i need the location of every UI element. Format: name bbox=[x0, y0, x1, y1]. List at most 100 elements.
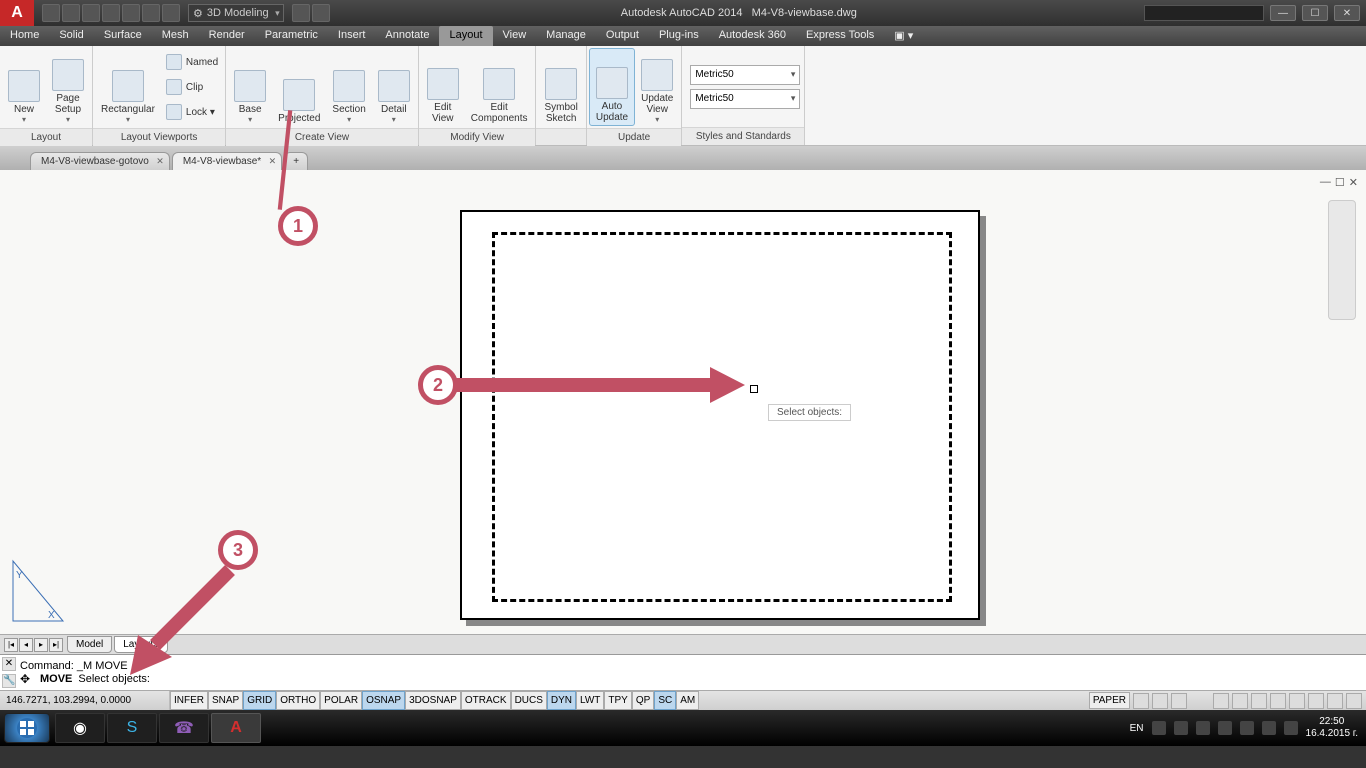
status-qp-button[interactable]: QP bbox=[632, 691, 654, 710]
taskbar-chrome-icon[interactable]: ◉ bbox=[55, 713, 105, 743]
status-sc-button[interactable]: SC bbox=[654, 691, 676, 710]
edit-view-button[interactable]: EditView bbox=[421, 48, 465, 126]
menu-insert[interactable]: Insert bbox=[328, 26, 376, 46]
qat-extra1-icon[interactable] bbox=[292, 4, 310, 22]
drawing-area[interactable]: — ☐ ✕ Select objects: Y X 1 2 3 bbox=[0, 170, 1366, 634]
ribbon-config-icon[interactable]: ▣ ▾ bbox=[884, 26, 923, 46]
qat-open-icon[interactable] bbox=[62, 4, 80, 22]
tab-close-icon[interactable]: ✕ bbox=[156, 156, 164, 167]
taskbar-autocad-icon[interactable]: A bbox=[211, 713, 261, 743]
status-dyn-button[interactable]: DYN bbox=[547, 691, 576, 710]
status-icon-2[interactable] bbox=[1152, 693, 1168, 709]
menu-mesh[interactable]: Mesh bbox=[152, 26, 199, 46]
menu-annotate[interactable]: Annotate bbox=[375, 26, 439, 46]
tab-nav-last-icon[interactable]: ▸| bbox=[49, 638, 63, 652]
new-tab-button[interactable]: + bbox=[284, 152, 308, 170]
doc-max-icon[interactable]: ☐ bbox=[1335, 176, 1345, 189]
viewcube[interactable] bbox=[1328, 200, 1356, 320]
status-tool-4[interactable] bbox=[1270, 693, 1286, 709]
new-button[interactable]: New▾ bbox=[2, 48, 46, 126]
doc-close-icon[interactable]: ✕ bbox=[1349, 176, 1358, 189]
menu-plug-ins[interactable]: Plug-ins bbox=[649, 26, 709, 46]
taskbar-skype-icon[interactable]: S bbox=[107, 713, 157, 743]
maximize-button[interactable]: ☐ bbox=[1302, 5, 1328, 21]
status-3dosnap-button[interactable]: 3DOSNAP bbox=[405, 691, 461, 710]
doc-tab[interactable]: M4-V8-viewbase-gotovo✕ bbox=[30, 152, 170, 170]
doc-min-icon[interactable]: — bbox=[1320, 176, 1331, 189]
tab-close-icon[interactable]: ✕ bbox=[269, 156, 277, 167]
status-tool-1[interactable] bbox=[1213, 693, 1229, 709]
menu-parametric[interactable]: Parametric bbox=[255, 26, 328, 46]
update-view-button[interactable]: UpdateView▾ bbox=[635, 48, 679, 126]
tray-volume-icon[interactable] bbox=[1262, 721, 1276, 735]
tray-icon-2[interactable] bbox=[1174, 721, 1188, 735]
status-am-button[interactable]: AM bbox=[676, 691, 699, 710]
menu-autodesk-360[interactable]: Autodesk 360 bbox=[709, 26, 796, 46]
menu-output[interactable]: Output bbox=[596, 26, 649, 46]
qat-redo-icon[interactable] bbox=[162, 4, 180, 22]
coordinates[interactable]: 146.7271, 103.2994, 0.0000 bbox=[0, 691, 170, 710]
menu-view[interactable]: View bbox=[493, 26, 537, 46]
workspace-select[interactable]: ⚙3D Modeling bbox=[188, 4, 284, 22]
qat-save-icon[interactable] bbox=[82, 4, 100, 22]
cmd-config-icon[interactable]: 🔧 bbox=[2, 674, 16, 688]
tray-clock[interactable]: 22:50 16.4.2015 г. bbox=[1306, 716, 1358, 740]
menu-layout[interactable]: Layout bbox=[439, 26, 492, 46]
status-tool-7[interactable] bbox=[1327, 693, 1343, 709]
status-tool-3[interactable] bbox=[1251, 693, 1267, 709]
lock-button[interactable]: Lock ▾ bbox=[163, 100, 221, 124]
status-snap-button[interactable]: SNAP bbox=[208, 691, 243, 710]
status-tool-8[interactable] bbox=[1346, 693, 1362, 709]
menu-express-tools[interactable]: Express Tools bbox=[796, 26, 884, 46]
status-otrack-button[interactable]: OTRACK bbox=[461, 691, 511, 710]
tray-flag-icon[interactable] bbox=[1284, 721, 1298, 735]
tray-icon-1[interactable] bbox=[1152, 721, 1166, 735]
tray-icon-3[interactable] bbox=[1196, 721, 1210, 735]
status-tpy-button[interactable]: TPY bbox=[604, 691, 631, 710]
base-button[interactable]: Base▾ bbox=[228, 48, 272, 126]
status-tool-5[interactable] bbox=[1289, 693, 1305, 709]
status-tool-2[interactable] bbox=[1232, 693, 1248, 709]
qat-undo-icon[interactable] bbox=[142, 4, 160, 22]
status-ortho-button[interactable]: ORTHO bbox=[276, 691, 320, 710]
qat-extra2-icon[interactable] bbox=[312, 4, 330, 22]
minimize-button[interactable]: — bbox=[1270, 5, 1296, 21]
tray-icon-4[interactable] bbox=[1218, 721, 1232, 735]
auto-update-button[interactable]: AutoUpdate bbox=[589, 48, 635, 126]
cmd-close-icon[interactable]: ✕ bbox=[2, 657, 16, 671]
app-logo[interactable]: A bbox=[0, 0, 34, 26]
status-grid-button[interactable]: GRID bbox=[243, 691, 276, 710]
status-polar-button[interactable]: POLAR bbox=[320, 691, 362, 710]
close-button[interactable]: ✕ bbox=[1334, 5, 1360, 21]
tab-nav-next-icon[interactable]: ▸ bbox=[34, 638, 48, 652]
projected-button[interactable]: Projected bbox=[272, 48, 326, 126]
menu-render[interactable]: Render bbox=[199, 26, 255, 46]
language-indicator[interactable]: EN bbox=[1130, 723, 1144, 734]
status-tool-6[interactable] bbox=[1308, 693, 1324, 709]
clip-button[interactable]: Clip bbox=[163, 75, 221, 99]
taskbar-viber-icon[interactable]: ☎ bbox=[159, 713, 209, 743]
status-ducs-button[interactable]: DUCS bbox=[511, 691, 547, 710]
section-button[interactable]: Section▾ bbox=[326, 48, 371, 126]
tab-nav-prev-icon[interactable]: ◂ bbox=[19, 638, 33, 652]
status-icon-3[interactable] bbox=[1171, 693, 1187, 709]
named-button[interactable]: Named bbox=[163, 50, 221, 74]
status-lwt-button[interactable]: LWT bbox=[576, 691, 604, 710]
menu-home[interactable]: Home bbox=[0, 26, 49, 46]
status-osnap-button[interactable]: OSNAP bbox=[362, 691, 405, 710]
status-infer-button[interactable]: INFER bbox=[170, 691, 208, 710]
qat-print-icon[interactable] bbox=[122, 4, 140, 22]
rectangular-button[interactable]: Rectangular▾ bbox=[95, 48, 161, 126]
tray-network-icon[interactable] bbox=[1240, 721, 1254, 735]
detail-button[interactable]: Detail▾ bbox=[372, 48, 416, 126]
search-input[interactable] bbox=[1144, 5, 1264, 21]
qat-new-icon[interactable] bbox=[42, 4, 60, 22]
start-button[interactable] bbox=[4, 713, 50, 743]
symbol-sketch-button[interactable]: SymbolSketch bbox=[538, 48, 583, 126]
menu-manage[interactable]: Manage bbox=[536, 26, 596, 46]
page-setup-button[interactable]: PageSetup▾ bbox=[46, 48, 90, 126]
doc-tab[interactable]: M4-V8-viewbase*✕ bbox=[172, 152, 282, 170]
edit-components-button[interactable]: EditComponents bbox=[465, 48, 534, 126]
menu-surface[interactable]: Surface bbox=[94, 26, 152, 46]
viewport[interactable] bbox=[492, 232, 952, 602]
